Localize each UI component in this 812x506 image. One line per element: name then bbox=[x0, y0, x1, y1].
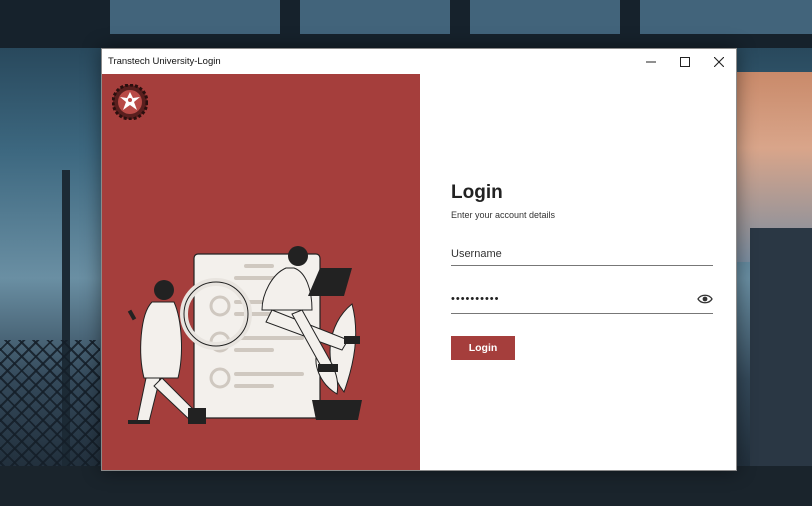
university-crest-icon bbox=[112, 84, 148, 120]
eye-icon[interactable] bbox=[697, 293, 713, 305]
background-ground bbox=[0, 466, 812, 506]
close-button[interactable] bbox=[702, 49, 736, 74]
background-pane bbox=[300, 0, 450, 34]
login-window: Transtech University-Login Login Enter y… bbox=[101, 48, 737, 471]
minimize-button[interactable] bbox=[634, 49, 668, 74]
close-icon bbox=[714, 56, 724, 67]
background-building bbox=[750, 228, 812, 506]
background-pane bbox=[470, 0, 620, 34]
window-title: Transtech University-Login bbox=[108, 56, 221, 67]
username-input[interactable] bbox=[451, 244, 713, 264]
login-button[interactable]: Login bbox=[451, 336, 515, 360]
password-input[interactable] bbox=[451, 289, 687, 309]
login-heading: Login bbox=[451, 182, 503, 203]
background-pane bbox=[640, 0, 812, 34]
window-content: Login Enter your account details Login bbox=[102, 74, 736, 470]
login-form-panel: Login Enter your account details Login bbox=[420, 74, 736, 470]
workspace-illustration bbox=[127, 246, 362, 424]
illustration-panel bbox=[102, 74, 420, 470]
minimize-icon bbox=[646, 61, 656, 62]
background-pane bbox=[110, 0, 280, 34]
maximize-icon bbox=[680, 56, 690, 67]
maximize-button[interactable] bbox=[668, 49, 702, 74]
title-bar[interactable]: Transtech University-Login bbox=[102, 49, 736, 74]
window-controls bbox=[634, 49, 736, 74]
password-field bbox=[451, 289, 713, 314]
username-field bbox=[451, 244, 713, 266]
login-subheading: Enter your account details bbox=[451, 210, 556, 220]
